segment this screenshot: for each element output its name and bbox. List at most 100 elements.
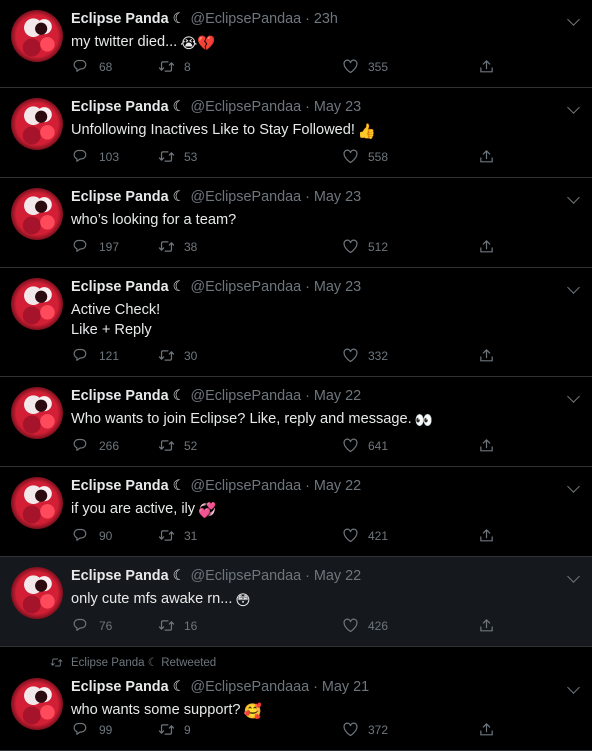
- separator-dot: ·: [305, 279, 310, 295]
- share-button[interactable]: [478, 347, 504, 364]
- more-options-chevron-icon[interactable]: [567, 390, 580, 403]
- display-name[interactable]: Eclipse Panda: [71, 279, 169, 295]
- share-button[interactable]: [478, 58, 504, 75]
- more-options-chevron-icon[interactable]: [567, 101, 580, 114]
- retweet-count: 30: [184, 348, 198, 363]
- display-name[interactable]: Eclipse Panda: [71, 11, 169, 27]
- like-button[interactable]: 355: [342, 58, 388, 75]
- avatar[interactable]: [11, 678, 63, 730]
- more-options-chevron-icon[interactable]: [567, 191, 580, 204]
- reply-button[interactable]: 103: [73, 148, 119, 165]
- display-name[interactable]: Eclipse Panda: [71, 679, 169, 695]
- user-handle[interactable]: @EclipsePandaa: [191, 279, 302, 295]
- timestamp[interactable]: May 22: [314, 478, 361, 494]
- share-icon: [480, 619, 493, 632]
- avatar[interactable]: [11, 188, 63, 240]
- tweet-text: my twitter died... 😭💔: [71, 32, 215, 54]
- reply-icon: [73, 528, 87, 541]
- avatar[interactable]: [11, 278, 63, 330]
- share-button[interactable]: [478, 721, 504, 738]
- user-handle[interactable]: @EclipsePandaa: [191, 11, 302, 27]
- tweet[interactable]: Eclipse Panda ☾ @EclipsePandaa · May 22 only …: [0, 557, 592, 647]
- retweet-button[interactable]: 16: [158, 617, 197, 634]
- more-options-chevron-icon[interactable]: [567, 570, 580, 583]
- timestamp[interactable]: May 23: [314, 99, 361, 115]
- reply-button[interactable]: 90: [73, 527, 112, 544]
- display-name[interactable]: Eclipse Panda: [71, 99, 169, 115]
- tweet[interactable]: Eclipse Panda ☾ @EclipsePandaa · May 23 Unfol…: [0, 88, 592, 178]
- user-handle[interactable]: @EclipsePandaa: [191, 99, 302, 115]
- tweet-actions: 103 53 558: [71, 148, 592, 168]
- user-handle[interactable]: @EclipsePandaa: [191, 568, 302, 584]
- user-handle[interactable]: @EclipsePandaa: [191, 388, 302, 404]
- display-name[interactable]: Eclipse Panda: [71, 568, 169, 584]
- timestamp[interactable]: May 22: [314, 568, 361, 584]
- share-button[interactable]: [478, 527, 504, 544]
- share-icon: [480, 349, 493, 362]
- more-options-chevron-icon[interactable]: [567, 281, 580, 294]
- more-options-chevron-icon[interactable]: [567, 480, 580, 493]
- more-options-chevron-icon[interactable]: [567, 13, 580, 26]
- avatar[interactable]: [11, 10, 63, 62]
- reply-button[interactable]: 266: [73, 437, 119, 454]
- reply-button[interactable]: 99: [73, 721, 112, 738]
- timestamp[interactable]: May 22: [314, 388, 361, 404]
- like-button[interactable]: 641: [342, 437, 388, 454]
- tweet-text-content: Active Check! Like + Reply: [71, 302, 161, 338]
- user-handle[interactable]: @EclipsePandaa: [191, 189, 302, 205]
- retweet-notice-text: Eclipse Panda ☾ Retweeted: [71, 657, 217, 669]
- like-button[interactable]: 372: [342, 721, 388, 738]
- user-handle[interactable]: @EclipsePandaa: [191, 478, 302, 494]
- avatar[interactable]: [11, 477, 63, 529]
- like-button[interactable]: 558: [342, 148, 388, 165]
- retweet-button[interactable]: 31: [158, 527, 197, 544]
- retweet-count: 52: [184, 438, 198, 453]
- retweet-button[interactable]: 52: [158, 437, 197, 454]
- like-button[interactable]: 332: [342, 347, 388, 364]
- reply-button[interactable]: 76: [73, 617, 112, 634]
- tweet-actions: 121 30 332: [71, 347, 592, 367]
- reply-count: 103: [99, 149, 120, 164]
- like-button[interactable]: 421: [342, 527, 388, 544]
- retweet-button[interactable]: 8: [158, 58, 191, 75]
- display-name[interactable]: Eclipse Panda: [71, 388, 169, 404]
- retweet-notice: Eclipse Panda ☾ Retweeted: [50, 655, 216, 669]
- retweet-button[interactable]: 53: [158, 148, 197, 165]
- tweet[interactable]: Eclipse Panda ☾ Retweeted Eclipse Panda ☾ @…: [0, 647, 592, 751]
- share-button[interactable]: [478, 148, 504, 165]
- user-handle[interactable]: @EclipsePandaaa: [191, 679, 310, 695]
- like-count: 372: [368, 722, 389, 737]
- timestamp[interactable]: May 21: [322, 679, 369, 695]
- like-button[interactable]: 512: [342, 238, 388, 255]
- tweet-text-content: Unfollowing Inactives Like to Stay Follo…: [71, 122, 355, 138]
- tweet[interactable]: Eclipse Panda ☾ @EclipsePandaa · 23h my twitt…: [0, 0, 592, 88]
- display-name[interactable]: Eclipse Panda: [71, 189, 169, 205]
- tweet[interactable]: Eclipse Panda ☾ @EclipsePandaa · May 23 who’s…: [0, 178, 592, 268]
- timestamp[interactable]: 23h: [314, 11, 338, 27]
- retweet-icon: [158, 241, 175, 252]
- timestamp[interactable]: May 23: [314, 279, 361, 295]
- display-name[interactable]: Eclipse Panda: [71, 478, 169, 494]
- tweet[interactable]: Eclipse Panda ☾ @EclipsePandaa · May 22 Who w…: [0, 377, 592, 467]
- retweet-button[interactable]: 38: [158, 238, 197, 255]
- retweet-count: 31: [184, 528, 198, 543]
- tweet[interactable]: Eclipse Panda ☾ @EclipsePandaa · May 22 if yo…: [0, 467, 592, 557]
- share-button[interactable]: [478, 238, 504, 255]
- timestamp[interactable]: May 23: [314, 189, 361, 205]
- avatar[interactable]: [11, 567, 63, 619]
- emoji: 💞: [198, 503, 217, 519]
- reply-button[interactable]: 68: [73, 58, 112, 75]
- like-button[interactable]: 426: [342, 617, 388, 634]
- avatar[interactable]: [11, 387, 63, 439]
- retweet-button[interactable]: 9: [158, 721, 191, 738]
- avatar[interactable]: [11, 98, 63, 150]
- share-button[interactable]: [478, 617, 504, 634]
- share-icon: [480, 60, 493, 73]
- tweet[interactable]: Eclipse Panda ☾ @EclipsePandaa · May 23 Activ…: [0, 268, 592, 377]
- reply-button[interactable]: 121: [73, 347, 119, 364]
- more-options-chevron-icon[interactable]: [567, 681, 580, 694]
- share-button[interactable]: [478, 437, 504, 454]
- retweet-button[interactable]: 30: [158, 347, 197, 364]
- heart-icon: [343, 528, 358, 543]
- reply-button[interactable]: 197: [73, 238, 119, 255]
